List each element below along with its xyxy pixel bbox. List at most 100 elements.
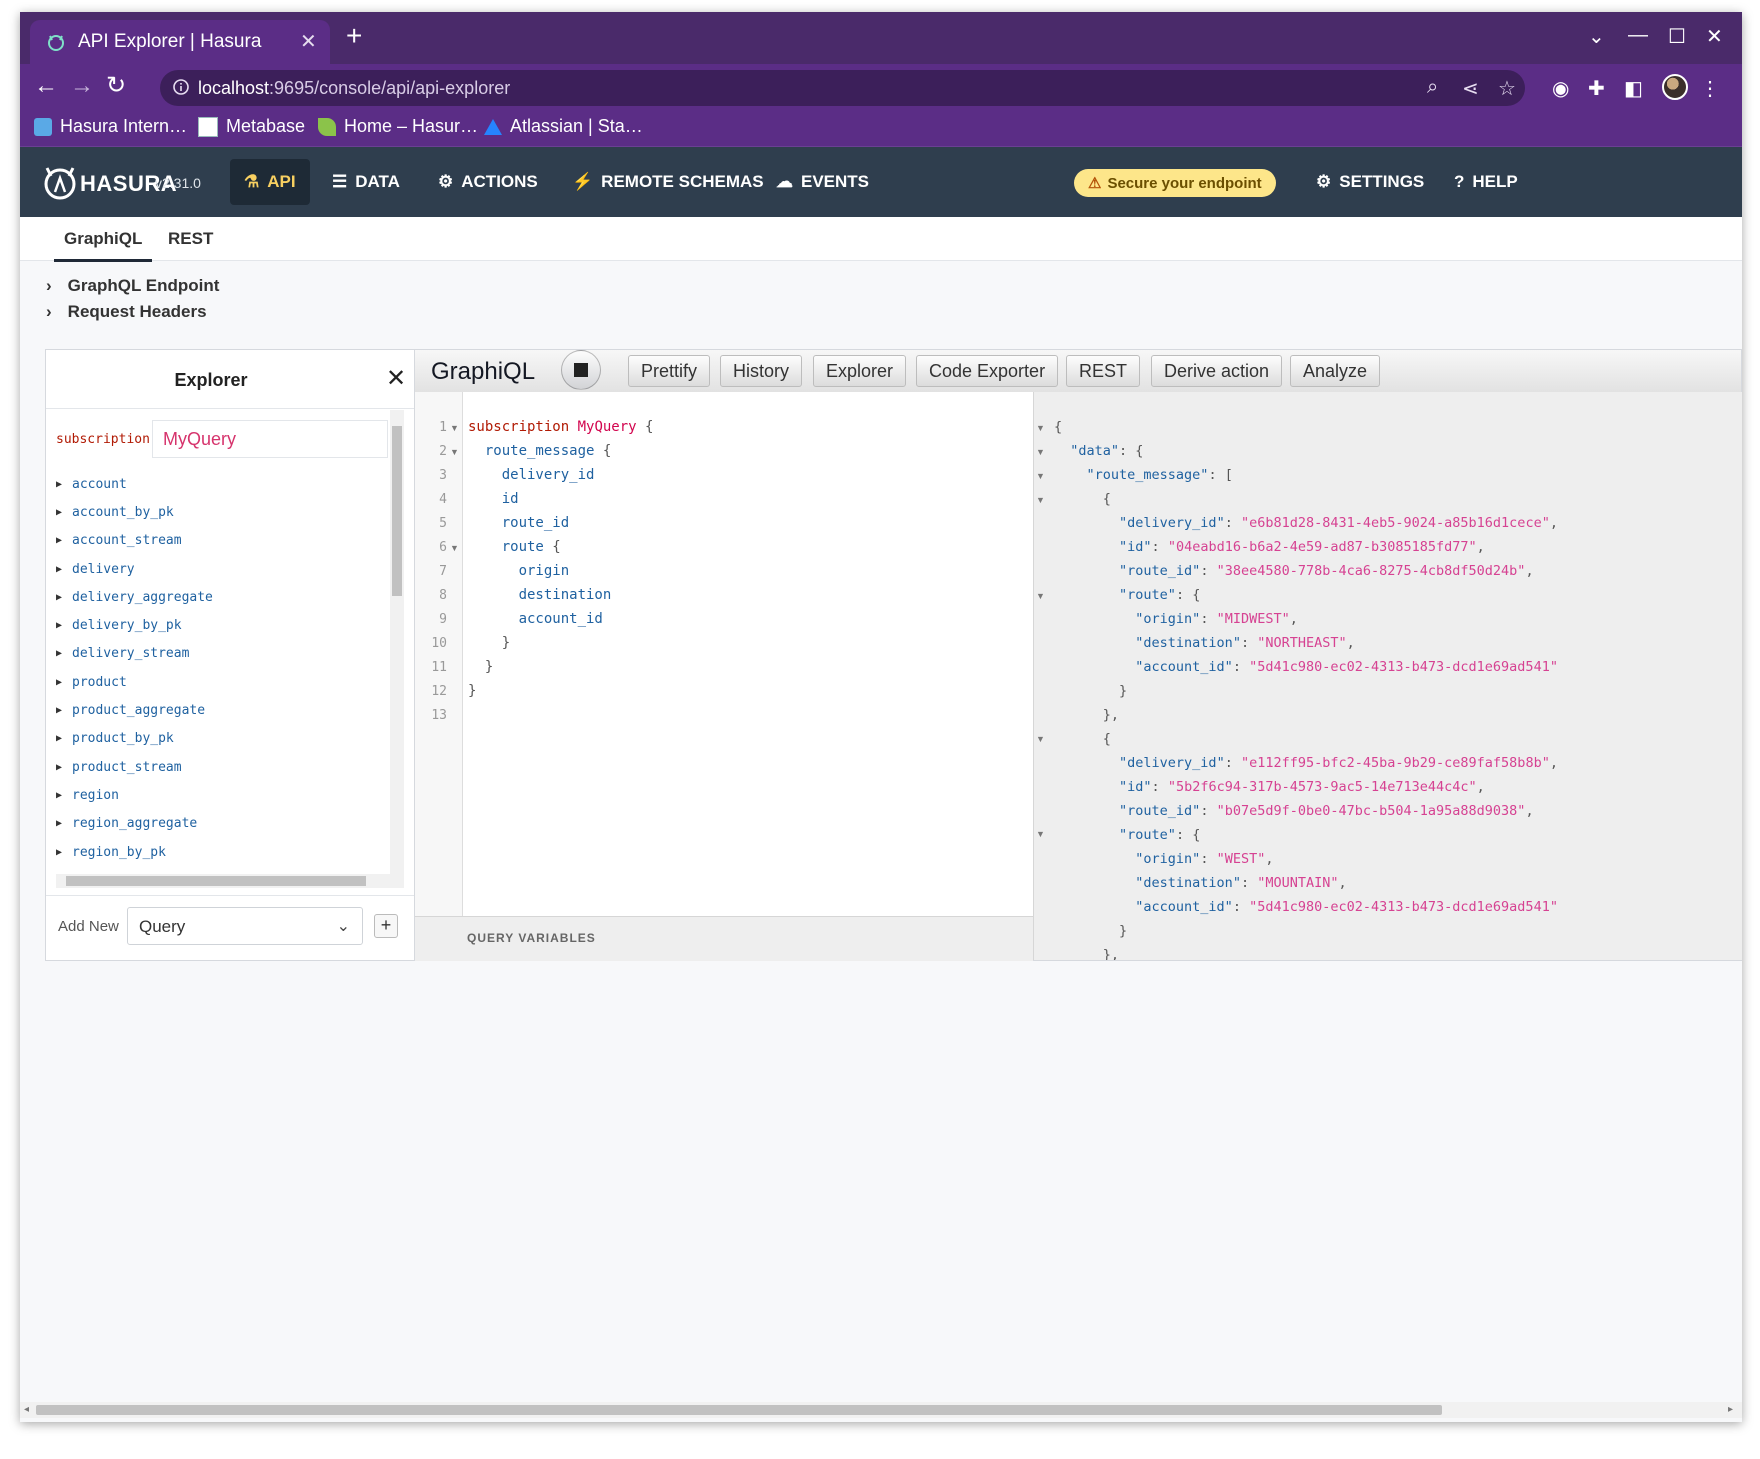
minimize-icon[interactable]: — <box>1628 24 1648 47</box>
derive-action-button[interactable]: Derive action <box>1151 355 1283 387</box>
back-icon[interactable]: ← <box>34 74 58 98</box>
puzzle-icon[interactable]: ✚ <box>1588 76 1605 101</box>
close-window-icon[interactable]: ✕ <box>1706 24 1723 49</box>
profile-avatar[interactable] <box>1662 74 1688 100</box>
expand-arrow-icon[interactable]: ▶ <box>56 790 64 801</box>
maximize-icon[interactable]: ☐ <box>1668 24 1686 49</box>
expand-arrow-icon[interactable]: ▶ <box>56 818 64 829</box>
history-button[interactable]: History <box>720 355 803 387</box>
nav-api[interactable]: ⚗ API <box>230 159 310 205</box>
prettify-button[interactable]: Prettify <box>628 355 711 387</box>
expand-arrow-icon[interactable]: ▶ <box>56 677 64 688</box>
graphql-endpoint-toggle[interactable]: › GraphQL Endpoint <box>46 276 219 296</box>
expand-arrow-icon[interactable]: ▶ <box>56 592 64 603</box>
fold-arrow-icon[interactable]: ▼ <box>1036 447 1045 457</box>
tab-search-icon[interactable]: ⌄ <box>1588 24 1605 49</box>
stop-subscription-button[interactable] <box>561 350 601 390</box>
scroll-right-icon[interactable]: ▸ <box>1728 1402 1733 1418</box>
explorer-vertical-scrollbar[interactable] <box>390 410 404 880</box>
address-bar[interactable]: localhost:9695/console/api/api-explorer … <box>160 70 1525 106</box>
rest-button[interactable]: REST <box>1066 355 1141 387</box>
fold-arrow-icon[interactable]: ▼ <box>1036 829 1045 839</box>
browser-tab[interactable]: API Explorer | Hasura ✕ <box>30 20 330 64</box>
bookmark-hasura-internal[interactable]: Hasura Intern… <box>34 116 187 137</box>
explorer-horizontal-scrollbar[interactable] <box>56 874 404 888</box>
explorer-field[interactable]: ▶ region_aggregate <box>56 810 386 838</box>
explorer-field[interactable]: ▶ delivery_stream <box>56 640 386 668</box>
fold-arrow-icon[interactable]: ▼ <box>450 423 459 433</box>
expand-arrow-icon[interactable]: ▶ <box>56 762 64 773</box>
fold-arrow-icon[interactable]: ▼ <box>1036 495 1045 505</box>
explorer-field[interactable]: ▶ product <box>56 668 386 696</box>
bookmark-atlassian[interactable]: Atlassian | Sta… <box>484 116 643 137</box>
menu-kebab-icon[interactable]: ⋮ <box>1700 76 1720 101</box>
nav-events[interactable]: ☁ EVENTS <box>776 147 869 217</box>
explorer-field[interactable]: ▶ product_stream <box>56 753 386 781</box>
add-new-select[interactable]: Query ⌄ <box>127 907 363 945</box>
add-operation-button[interactable]: + <box>374 914 398 938</box>
help-circle-icon: ? <box>1454 172 1465 191</box>
new-tab-icon[interactable]: + <box>346 22 362 50</box>
reload-icon[interactable]: ↻ <box>106 74 126 98</box>
fold-arrow-icon[interactable]: ▼ <box>1036 734 1045 744</box>
bookmark-metabase[interactable]: Metabase <box>198 116 305 137</box>
request-headers-toggle[interactable]: › Request Headers <box>46 302 207 322</box>
fold-arrow-icon[interactable]: ▼ <box>450 447 459 457</box>
nav-actions[interactable]: ⚙ ACTIONS <box>438 147 538 217</box>
expand-arrow-icon[interactable]: ▶ <box>56 507 64 518</box>
operation-name-input[interactable]: MyQuery <box>152 420 388 458</box>
explorer-field[interactable]: ▶ region_by_pk <box>56 838 386 866</box>
page-horizontal-scrollbar[interactable]: ◂ ▸ <box>20 1402 1742 1418</box>
expand-arrow-icon[interactable]: ▶ <box>56 648 64 659</box>
explorer-button[interactable]: Explorer <box>813 355 907 387</box>
share-icon[interactable]: ⋖ <box>1462 76 1479 101</box>
nav-remote-schemas[interactable]: ⚡ REMOTE SCHEMAS <box>572 147 764 217</box>
forward-icon[interactable]: → <box>70 74 94 98</box>
site-info-icon[interactable] <box>172 78 190 96</box>
expand-arrow-icon[interactable]: ▶ <box>56 847 64 858</box>
explorer-field[interactable]: ▶ product_by_pk <box>56 725 386 753</box>
fold-arrow-icon[interactable]: ▼ <box>1036 471 1045 481</box>
explorer-field[interactable]: ▶ region <box>56 781 386 809</box>
fold-arrow-icon[interactable]: ▼ <box>1036 591 1045 601</box>
json-line: "route": { <box>1119 587 1201 603</box>
analyze-button[interactable]: Analyze <box>1290 355 1381 387</box>
close-tab-icon[interactable]: ✕ <box>300 29 317 54</box>
explorer-field[interactable]: ▶ account_by_pk <box>56 498 386 526</box>
fold-arrow-icon[interactable]: ▼ <box>450 543 459 553</box>
explorer-field[interactable]: ▶ product_aggregate <box>56 696 386 724</box>
extension-icon[interactable]: ◉ <box>1552 76 1569 101</box>
fold-arrow-icon[interactable]: ▼ <box>1036 423 1045 433</box>
explorer-field[interactable]: ▶ delivery <box>56 555 386 583</box>
scroll-left-icon[interactable]: ◂ <box>24 1402 29 1418</box>
explorer-field[interactable]: ▶region_stream <box>56 866 386 870</box>
hasura-logo-icon[interactable] <box>40 162 80 202</box>
database-icon: ☰ <box>332 172 348 191</box>
nav-help[interactable]: ? HELP <box>1454 147 1518 217</box>
close-icon[interactable]: ✕ <box>386 364 406 393</box>
zoom-icon[interactable]: ⌕ <box>1427 76 1438 99</box>
browser-toolbar: ← → ↻ localhost:9695/console/api/api-exp… <box>20 64 1742 112</box>
secure-endpoint-button[interactable]: ⚠ Secure your endpoint <box>1074 169 1276 197</box>
explorer-field[interactable]: ▶ account_stream <box>56 527 386 555</box>
expand-arrow-icon[interactable]: ▶ <box>56 564 64 575</box>
bookmark-home-hasura[interactable]: Home – Hasur… <box>318 116 478 137</box>
expand-arrow-icon[interactable]: ▶ <box>56 620 64 631</box>
expand-arrow-icon[interactable]: ▶ <box>56 705 64 716</box>
bookmark-star-icon[interactable]: ☆ <box>1498 76 1516 101</box>
explorer-field[interactable]: ▶ delivery_aggregate <box>56 583 386 611</box>
explorer-field[interactable]: ▶ delivery_by_pk <box>56 611 386 639</box>
nav-settings[interactable]: ⚙ SETTINGS <box>1316 147 1424 217</box>
expand-arrow-icon[interactable]: ▶ <box>56 535 64 546</box>
explorer-field[interactable]: ▶ account <box>56 470 386 498</box>
code-exporter-button[interactable]: Code Exporter <box>916 355 1059 387</box>
query-variables-header[interactable]: QUERY VARIABLES <box>415 916 1033 961</box>
tab-graphiql[interactable]: GraphiQL <box>54 229 153 262</box>
expand-arrow-icon[interactable]: ▶ <box>56 733 64 744</box>
expand-arrow-icon[interactable]: ▶ <box>56 479 64 490</box>
sidepanel-icon[interactable]: ◧ <box>1624 76 1643 101</box>
atlassian-icon <box>484 118 502 135</box>
nav-data[interactable]: ☰ DATA <box>332 147 400 217</box>
query-editor[interactable]: 1 ▼ 2 ▼ 3 4 5 6 ▼ 7 8 9 10 11 12 13 subscri… <box>415 392 1033 916</box>
tab-rest[interactable]: REST <box>168 229 213 249</box>
